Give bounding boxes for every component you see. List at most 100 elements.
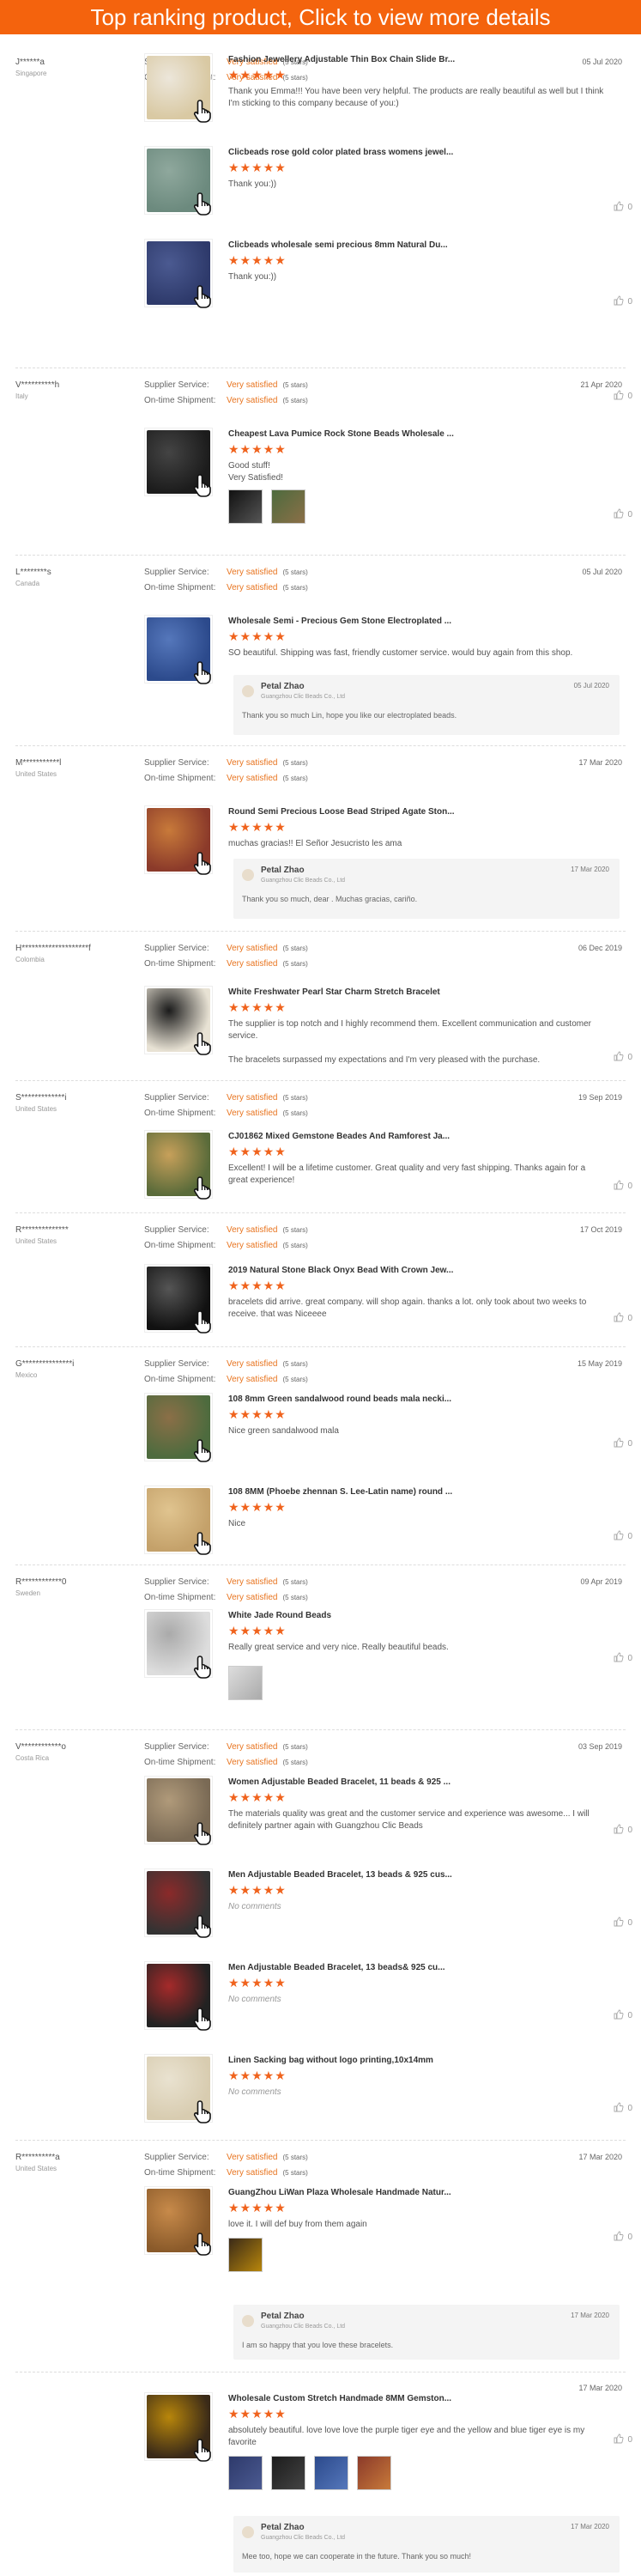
review-date: 06 Dec 2019	[578, 944, 622, 952]
rating-value: Very satisfied	[227, 583, 278, 592]
helpful-like-button[interactable]: 0	[614, 1051, 632, 1064]
review-photo[interactable]	[314, 2456, 348, 2490]
rating-row-shipment: On-time Shipment: Very satisfied (5 stars)	[144, 774, 308, 783]
rating-label: Supplier Service:	[144, 1577, 209, 1587]
helpful-like-button[interactable]: 0	[614, 1824, 632, 1837]
reply-date: 17 Mar 2020	[571, 866, 609, 873]
pointer-hand-icon	[192, 1437, 216, 1463]
top-ranking-banner[interactable]: Top ranking product, Click to view more …	[0, 0, 641, 34]
product-title-link[interactable]: Fashion Jewellery Adjustable Thin Box Ch…	[228, 55, 455, 64]
product-title-link[interactable]: White Freshwater Pearl Star Charm Stretc…	[228, 987, 440, 997]
review-separator	[15, 1080, 626, 1081]
pointer-hand-icon	[192, 1309, 216, 1334]
product-title-link[interactable]: White Jade Round Beads	[228, 1611, 331, 1620]
review-photo[interactable]	[271, 489, 305, 524]
rating-stars-text: (5 stars)	[282, 397, 308, 404]
rating-value: Very satisfied	[227, 1359, 278, 1369]
buyer-name: G***************i	[15, 1359, 75, 1369]
rating-stars-text: (5 stars)	[282, 960, 308, 968]
review-photo[interactable]	[228, 1666, 263, 1700]
product-title-link[interactable]: CJ01862 Mixed Gemstone Beades And Ramfor…	[228, 1132, 450, 1141]
buyer-country: Costa Rica	[15, 1754, 50, 1762]
review-photo[interactable]	[228, 2238, 263, 2272]
pointer-hand-icon	[192, 2231, 216, 2257]
product-title-link[interactable]: Clicbeads wholesale semi precious 8mm Na…	[228, 240, 448, 250]
product-title-link[interactable]: 108 8mm Green sandalwood round beads mal…	[228, 1394, 451, 1404]
product-title-link[interactable]: Women Adjustable Beaded Bracelet, 11 bea…	[228, 1777, 451, 1787]
rating-value: Very satisfied	[227, 2153, 278, 2162]
review-comment: Nice green sandalwood mala	[228, 1426, 339, 1436]
review-date: 17 Mar 2020	[578, 2153, 622, 2161]
review-date: 17 Mar 2020	[578, 2384, 622, 2392]
thumbs-up-icon	[614, 1652, 624, 1665]
helpful-like-button[interactable]: 0	[614, 2102, 632, 2115]
product-title-link[interactable]: Wholesale Semi - Precious Gem Stone Elec…	[228, 617, 451, 626]
helpful-like-button[interactable]: 0	[614, 1917, 632, 1929]
supplier-reply: Petal Zhao Guangzhou Clic Beads Co., Ltd 0…	[233, 675, 620, 735]
helpful-like-button[interactable]: 0	[614, 1530, 632, 1543]
reply-text: Thank you so much, dear . Muchas gracias…	[242, 895, 418, 903]
product-title-link[interactable]: GuangZhou LiWan Plaza Wholesale Handmade…	[228, 2188, 451, 2197]
buyer-name: M***********l	[15, 758, 62, 768]
helpful-like-button[interactable]: 0	[614, 1180, 632, 1193]
buyer-info: R**********a United States	[15, 2153, 136, 2172]
product-title-link[interactable]: Round Semi Precious Loose Bead Striped A…	[228, 807, 455, 817]
helpful-like-button[interactable]: 0	[614, 201, 632, 214]
review-comment: SO beautiful. Shipping was fast, friendl…	[228, 648, 573, 658]
review-photo[interactable]	[357, 2456, 391, 2490]
review-photo[interactable]	[271, 2456, 305, 2490]
review-item: Men Adjustable Beaded Bracelet, 13 beads…	[144, 1868, 625, 1946]
product-title-link[interactable]: Cheapest Lava Pumice Rock Stone Beads Wh…	[228, 429, 454, 439]
buyer-name: V************o	[15, 1742, 66, 1752]
supplier-reply: Petal Zhao Guangzhou Clic Beads Co., Ltd 1…	[233, 2305, 620, 2360]
product-title-link[interactable]: 2019 Natural Stone Black Onyx Bead With …	[228, 1266, 453, 1275]
review-photo[interactable]	[228, 2456, 263, 2490]
product-rating-stars: ★★★★★	[228, 1000, 287, 1014]
rating-value: Very satisfied	[227, 959, 278, 969]
product-title-link[interactable]: Men Adjustable Beaded Bracelet, 13 beads…	[228, 1870, 452, 1880]
helpful-like-button[interactable]: 0	[614, 1437, 632, 1450]
rating-label: Supplier Service:	[144, 1093, 209, 1103]
buyer-info: R************0 Sweden	[15, 1577, 136, 1597]
review-separator	[15, 555, 626, 556]
supplier-reply: Petal Zhao Guangzhou Clic Beads Co., Ltd 1…	[233, 859, 620, 919]
rating-stars-text: (5 stars)	[282, 775, 308, 782]
helpful-like-button[interactable]: 0	[614, 2009, 632, 2022]
product-title-link[interactable]: Linen Sacking bag without logo printing,…	[228, 2056, 433, 2065]
product-title-link[interactable]: 108 8MM (Phoebe zhennan S. Lee-Latin nam…	[228, 1487, 452, 1497]
rating-stars-text: (5 stars)	[282, 1109, 308, 1117]
rating-label: Supplier Service:	[144, 2153, 209, 2162]
like-count: 0	[627, 510, 632, 520]
like-count: 0	[627, 203, 632, 213]
review-group: R************0 Sweden Supplier Service: Ver…	[0, 1564, 641, 1738]
helpful-like-button[interactable]: 0	[614, 295, 632, 308]
reply-date: 17 Mar 2020	[571, 2523, 609, 2530]
helpful-like-button[interactable]: 0	[614, 1312, 632, 1325]
rating-stars-text: (5 stars)	[282, 381, 308, 389]
rating-stars-text: (5 stars)	[282, 2169, 308, 2177]
rating-value: Very satisfied	[227, 758, 278, 768]
rating-stars-text: (5 stars)	[282, 1743, 308, 1751]
review-photo[interactable]	[228, 489, 263, 524]
like-count: 0	[627, 1314, 632, 1324]
review-group: 17 Mar 2020 Wholesale Custom Stretch Hand…	[0, 2372, 641, 2576]
helpful-like-button[interactable]: 0	[614, 2433, 632, 2446]
buyer-info: J******a Singapore	[15, 58, 136, 77]
product-rating-stars: ★★★★★	[228, 1145, 287, 1158]
rating-stars-text: (5 stars)	[282, 2154, 308, 2161]
rating-label: On-time Shipment:	[144, 396, 216, 405]
product-title-link[interactable]: Wholesale Custom Stretch Handmade 8MM Ge…	[228, 2394, 451, 2403]
helpful-like-button[interactable]: 0	[614, 1652, 632, 1665]
review-item: Linen Sacking bag without logo printing,…	[144, 2054, 625, 2131]
rating-row-supplier: Supplier Service: Very satisfied (5 stars)	[144, 1577, 308, 1587]
helpful-like-button[interactable]: 0	[614, 508, 632, 521]
buyer-country: Colombia	[15, 956, 45, 963]
like-count: 0	[627, 1826, 632, 1836]
rating-stars-text: (5 stars)	[282, 1360, 308, 1368]
product-title-link[interactable]: Clicbeads rose gold color plated brass w…	[228, 148, 453, 157]
supplier-avatar	[242, 685, 254, 697]
supplier-avatar	[242, 2526, 254, 2538]
helpful-like-button[interactable]: 0	[614, 2231, 632, 2244]
review-date: 17 Oct 2019	[579, 1225, 622, 1234]
product-title-link[interactable]: Men Adjustable Beaded Bracelet, 13 beads…	[228, 1963, 445, 1972]
